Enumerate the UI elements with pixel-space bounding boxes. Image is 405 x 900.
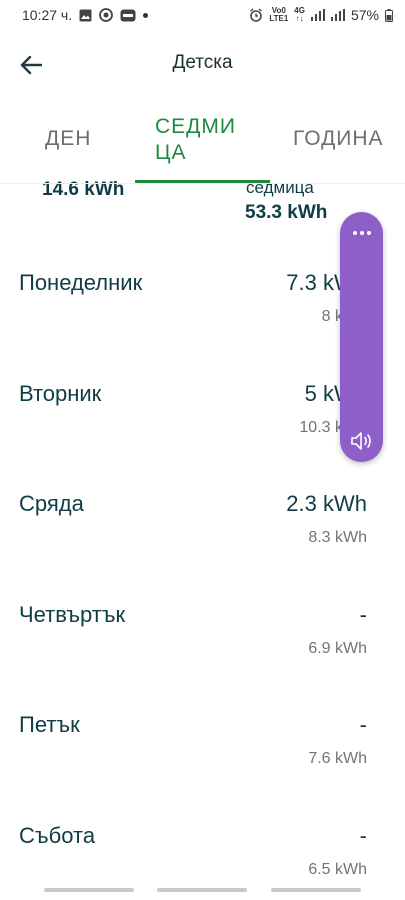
day-value: - [359, 823, 367, 848]
floating-side-panel[interactable] [340, 212, 383, 462]
summary-right-value: 53.3 kWh [245, 202, 328, 223]
list-item[interactable]: Сряда 2.3 kWh 8.3 kWh [0, 483, 405, 593]
battery-percent: 57% [350, 7, 379, 23]
network-4g-label: 4G ↑↓ [294, 6, 305, 23]
tab-year[interactable]: ГОДИНА [293, 127, 384, 151]
app-bar: Детска [0, 30, 405, 96]
signal-2-icon [330, 9, 345, 21]
signal-icon [310, 9, 325, 21]
day-name: Вторник [19, 381, 102, 406]
summary-right-label: седмица [246, 178, 314, 197]
day-previous-value: 8.3 kWh [308, 529, 367, 546]
record-icon [99, 8, 114, 22]
day-name: Понеделник [19, 270, 143, 295]
day-value: - [359, 712, 367, 737]
volume-icon [351, 432, 371, 450]
volume-button[interactable] [348, 430, 375, 452]
day-previous-value: 6.9 kWh [308, 640, 367, 657]
notification-dot-icon [143, 12, 149, 18]
day-value: 2.3 kWh [286, 491, 367, 516]
battery-icon [385, 8, 393, 22]
status-bar: 10:27 ч. Vo0 LTE1 4G ↑↓ 57% [0, 0, 405, 30]
page-title: Детска [172, 52, 233, 73]
day-name: Петък [19, 712, 80, 737]
tab-day[interactable]: ДЕН [45, 127, 91, 151]
status-time: 10:27 ч. [22, 7, 73, 23]
day-name: Четвъртък [19, 602, 126, 627]
gallery-icon [79, 9, 92, 22]
day-previous-value: 7.6 kWh [308, 750, 367, 767]
day-value: - [359, 602, 367, 627]
volte-label: Vo0 LTE1 [269, 6, 289, 23]
alarm-icon [249, 8, 263, 22]
day-previous-value: 6.5 kWh [308, 861, 367, 878]
day-name: Събота [19, 823, 96, 848]
navigation-gesture-bar [0, 880, 405, 900]
tabs-divider [0, 183, 405, 184]
day-name: Сряда [19, 491, 84, 516]
list-item[interactable]: Четвъртък - 6.9 kWh [0, 594, 405, 704]
app-icon [120, 9, 136, 22]
more-dot-icon [352, 231, 357, 235]
gesture-home[interactable] [157, 888, 247, 892]
more-dot-icon [359, 231, 364, 235]
gesture-back[interactable] [271, 888, 361, 892]
more-options-button[interactable] [348, 222, 375, 244]
gesture-recents[interactable] [44, 888, 134, 892]
more-dot-icon [366, 231, 371, 235]
list-item[interactable]: Петък - 7.6 kWh [0, 704, 405, 814]
tab-week[interactable]: СЕДМИ ЦА [155, 114, 245, 166]
